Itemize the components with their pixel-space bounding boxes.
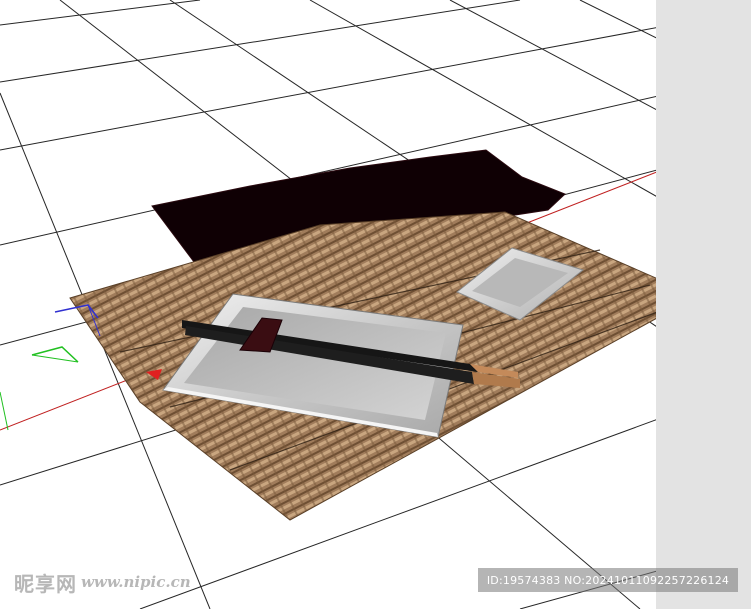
watermark-id-badge: ID:19574383 NO:20241011092257226124	[478, 568, 738, 592]
3d-viewport[interactable]	[0, 0, 751, 609]
right-side-panel	[656, 0, 751, 609]
watermark-site-url: www.nipic.cn	[81, 573, 191, 591]
watermark-site-name: 昵享网	[14, 571, 77, 596]
site-watermark: 昵享网 www.nipic.cn	[14, 570, 191, 596]
